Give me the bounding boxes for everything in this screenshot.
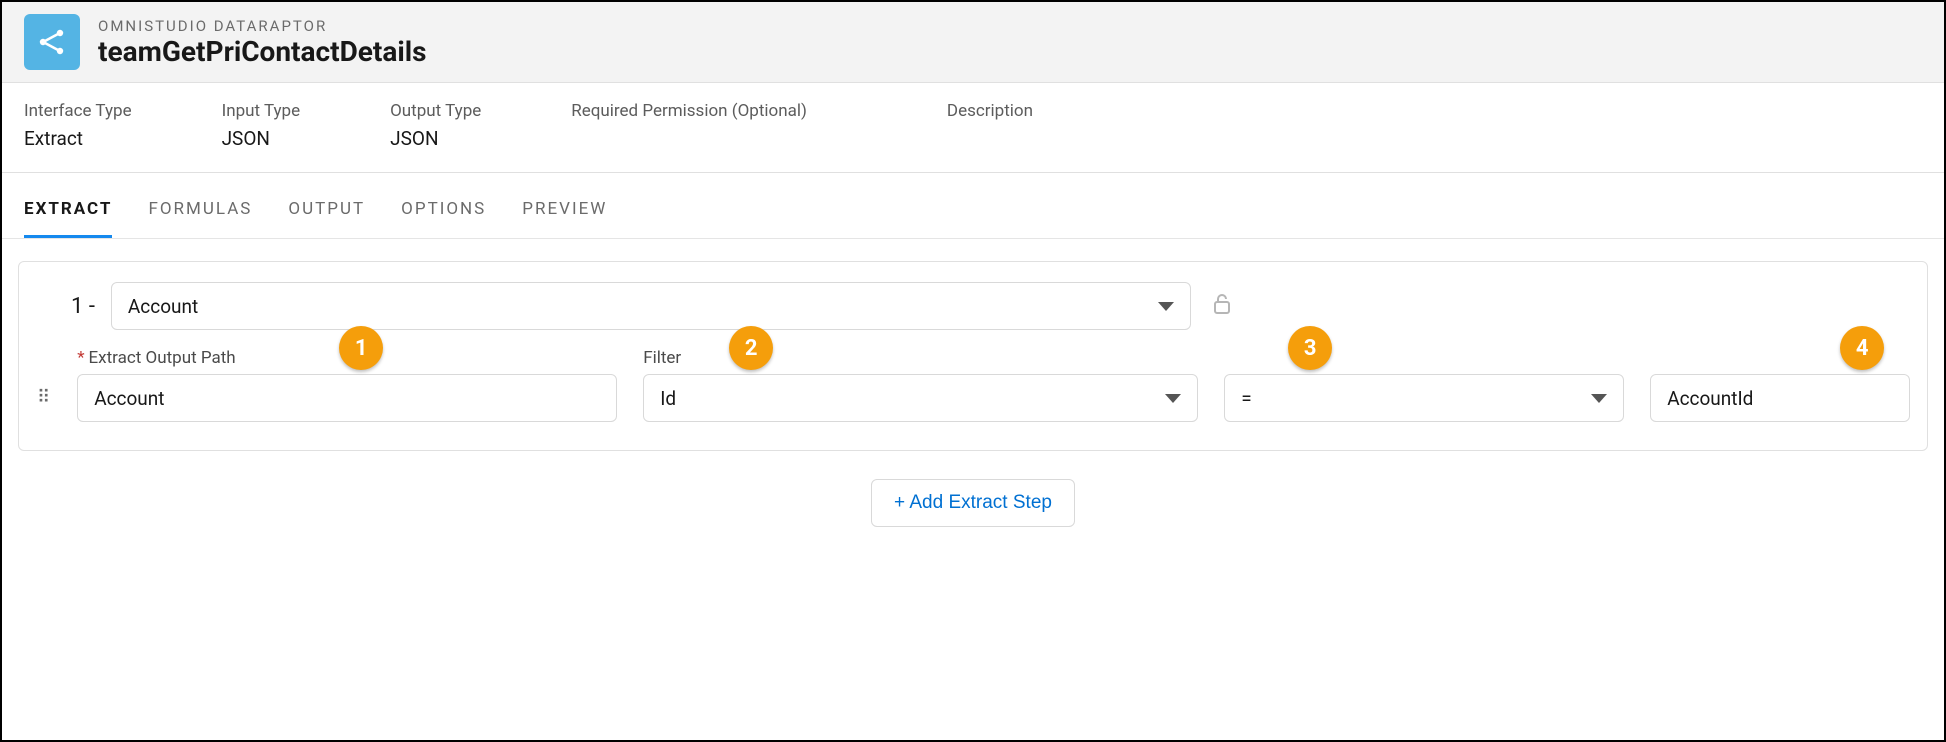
tab-options[interactable]: OPTIONS (401, 181, 486, 238)
label-text: Extract Output Path (89, 348, 236, 368)
drag-handle-icon[interactable]: ⠿ (37, 387, 51, 408)
callout-badge-3: 3 (1288, 326, 1332, 370)
meta-input-type: Input Type JSON (222, 101, 301, 150)
input-value: Account (94, 387, 164, 410)
dataraptor-icon (24, 14, 80, 70)
meta-row: Interface Type Extract Input Type JSON O… (2, 83, 1944, 173)
callout-badge-4: 4 (1840, 326, 1884, 370)
meta-label: Interface Type (24, 101, 132, 121)
chevron-down-icon (1158, 302, 1174, 311)
extract-output-path-block: 1 * Extract Output Path Account (77, 348, 617, 422)
filter-value-input[interactable]: AccountId (1650, 374, 1910, 422)
filter-field-block: 2 Filter Id (643, 348, 1198, 422)
input-value: AccountId (1667, 387, 1753, 410)
app-frame: OMNISTUDIO DATARAPTOR teamGetPriContactD… (0, 0, 1946, 742)
add-step-wrap: + Add Extract Step (18, 479, 1928, 527)
meta-label: Output Type (390, 101, 481, 121)
meta-value: Extract (24, 127, 132, 150)
filter-label: Filter (643, 348, 1198, 368)
select-value: Id (660, 387, 676, 410)
tab-preview[interactable]: PREVIEW (522, 181, 607, 238)
filter-value-block: 4 AccountId (1650, 348, 1910, 422)
required-star: * (77, 348, 84, 368)
meta-required-permission: Required Permission (Optional) (571, 101, 807, 150)
header-eyebrow: OMNISTUDIO DATARAPTOR (98, 17, 427, 35)
filter-operator-select[interactable]: = (1224, 374, 1624, 422)
filters-row: ⠿ 1 * Extract Output Path Account 2 Filt… (37, 348, 1909, 422)
meta-output-type: Output Type JSON (390, 101, 481, 150)
select-value: = (1241, 387, 1251, 410)
filter-field-select[interactable]: Id (643, 374, 1198, 422)
header-titles: OMNISTUDIO DATARAPTOR teamGetPriContactD… (98, 17, 427, 68)
object-select[interactable]: Account (111, 282, 1191, 330)
meta-description: Description (947, 101, 1033, 150)
tab-formulas[interactable]: FORMULAS (148, 181, 252, 238)
tab-extract[interactable]: EXTRACT (24, 181, 112, 238)
chevron-down-icon (1591, 394, 1607, 403)
lock-icon (1213, 294, 1231, 319)
tab-output[interactable]: OUTPUT (288, 181, 365, 238)
chevron-down-icon (1165, 394, 1181, 403)
page-title: teamGetPriContactDetails (98, 35, 427, 68)
object-select-value: Account (128, 295, 198, 318)
callout-badge-2: 2 (729, 326, 773, 370)
page-header: OMNISTUDIO DATARAPTOR teamGetPriContactD… (2, 2, 1944, 83)
filter-operator-block: 3 = (1224, 348, 1624, 422)
meta-label: Input Type (222, 101, 301, 121)
step-index: 1 - (71, 294, 95, 319)
extract-step-card: 1 - Account ⠿ 1 * (18, 261, 1928, 451)
meta-label: Required Permission (Optional) (571, 101, 807, 121)
tab-bar: EXTRACT FORMULAS OUTPUT OPTIONS PREVIEW (2, 181, 1944, 239)
step-object-row: 1 - Account (37, 282, 1909, 330)
meta-interface-type: Interface Type Extract (24, 101, 132, 150)
meta-label: Description (947, 101, 1033, 121)
spacer-label (1224, 348, 1624, 368)
extract-content: 1 - Account ⠿ 1 * (2, 239, 1944, 740)
meta-value: JSON (390, 127, 481, 150)
meta-value: JSON (222, 127, 301, 150)
add-extract-step-button[interactable]: + Add Extract Step (871, 479, 1075, 527)
callout-badge-1: 1 (339, 326, 383, 370)
extract-output-path-input[interactable]: Account (77, 374, 617, 422)
